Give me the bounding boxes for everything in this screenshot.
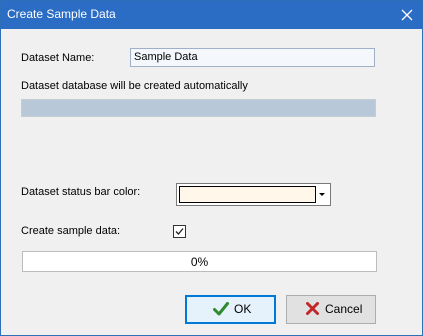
dataset-db-note: Dataset database will be created automat… <box>21 80 248 92</box>
dataset-name-input[interactable]: Sample Data <box>130 48 375 67</box>
dropdown-button[interactable] <box>315 185 329 204</box>
x-icon <box>306 302 319 315</box>
dataset-database-field <box>21 99 376 117</box>
cancel-button[interactable]: Cancel <box>286 295 376 324</box>
close-icon <box>401 9 413 21</box>
create-sample-checkbox[interactable] <box>173 225 186 238</box>
chevron-down-icon <box>319 193 325 196</box>
status-color-select[interactable] <box>176 183 331 206</box>
ok-label: OK <box>234 302 252 316</box>
checkmark-icon <box>175 228 184 235</box>
color-swatch <box>179 186 316 203</box>
dataset-name-label: Dataset Name: <box>21 52 95 64</box>
ok-button[interactable]: OK <box>185 295 276 324</box>
close-button[interactable] <box>392 1 422 29</box>
dialog-body: Dataset Name: Sample Data Dataset databa… <box>1 29 422 335</box>
cancel-label: Cancel <box>325 302 363 316</box>
title-bar[interactable]: Create Sample Data <box>1 1 422 29</box>
create-sample-data-dialog: Create Sample Data Dataset Name: Sample … <box>0 0 423 336</box>
progress-text: 0% <box>190 255 209 269</box>
window-title: Create Sample Data <box>7 7 116 21</box>
checkmark-icon <box>213 302 229 316</box>
create-sample-label: Create sample data: <box>21 225 121 237</box>
status-color-label: Dataset status bar color: <box>21 186 141 198</box>
progress-bar: 0% <box>22 251 377 272</box>
